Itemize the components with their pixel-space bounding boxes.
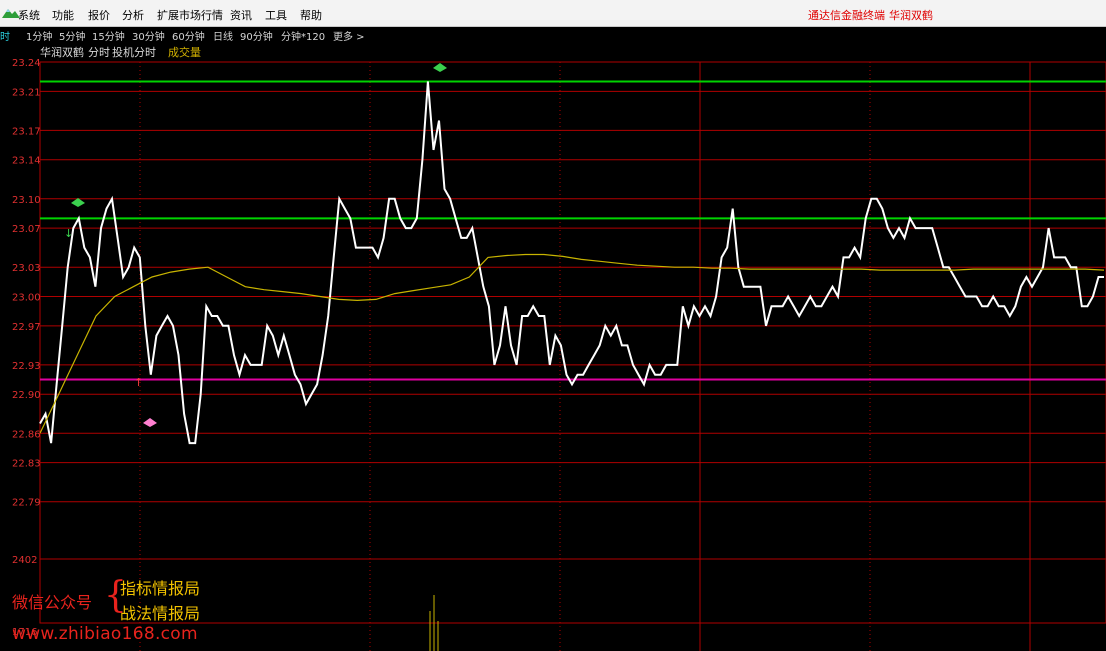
y-tick-label: 23.10 bbox=[12, 195, 41, 206]
y-tick-label: 23.17 bbox=[12, 126, 41, 137]
chart-volume-label: 成交量 bbox=[168, 45, 201, 59]
y-tick-label: 22.86 bbox=[12, 429, 41, 440]
buy-signal-icon bbox=[433, 63, 447, 72]
sell-signal-icon bbox=[143, 418, 157, 427]
period-bar: 时 1分钟 5分钟 15分钟 30分钟 60分钟 日线 90分钟 分钟*120 … bbox=[0, 27, 1106, 43]
chart-stock-label: 华润双鹤 bbox=[40, 45, 84, 59]
y-tick-label: 23.24 bbox=[12, 58, 41, 69]
horizontal-lines bbox=[40, 80, 1106, 381]
arrow-up-icon: ↓ bbox=[64, 227, 73, 240]
menu-help[interactable]: 帮助 bbox=[300, 7, 322, 23]
period-tab-time[interactable]: 时 bbox=[0, 28, 10, 43]
y-axis: 23.24 23.21 23.17 23.14 23.10 23.07 23.03 23.00… bbox=[12, 58, 41, 638]
menu-extended-market[interactable]: 扩展市场行情 bbox=[157, 7, 223, 23]
y-tick-label: 23.03 bbox=[12, 263, 41, 274]
y-tick-label: 23.21 bbox=[12, 87, 41, 98]
watermark-line2: 战法情报局 bbox=[120, 604, 201, 623]
series-lines bbox=[39, 81, 1105, 445]
period-tab-30min[interactable]: 30分钟 bbox=[132, 28, 165, 43]
menu-function[interactable]: 功能 bbox=[52, 7, 74, 23]
period-tab-more[interactable]: 更多 > bbox=[333, 28, 365, 43]
signal-markers: ↓↑ bbox=[64, 63, 447, 427]
watermark-wechat-label: 微信公众号 bbox=[12, 593, 93, 612]
watermark: 微信公众号 { 指标情报局 战法情报局 www.zhibiao168.com bbox=[12, 575, 252, 651]
series-line-price bbox=[39, 81, 1104, 445]
y-tick-label: 23.00 bbox=[12, 293, 41, 304]
menu-news[interactable]: 资讯 bbox=[230, 7, 252, 23]
watermark-url: www.zhibiao168.com bbox=[12, 624, 198, 644]
period-tab-60min[interactable]: 60分钟 bbox=[172, 28, 205, 43]
period-tab-1min[interactable]: 1分钟 bbox=[26, 28, 52, 43]
volume-tick-label: 2402 bbox=[12, 555, 37, 566]
period-tab-5min[interactable]: 5分钟 bbox=[59, 28, 85, 43]
period-tab-daily[interactable]: 日线 bbox=[213, 28, 233, 43]
stock-name-title: 华润双鹤 bbox=[889, 9, 933, 22]
menu-system[interactable]: 系统 bbox=[18, 7, 40, 23]
y-tick-label: 22.93 bbox=[12, 361, 41, 372]
y-tick-label: 23.07 bbox=[12, 224, 41, 235]
y-tick-label: 23.14 bbox=[12, 156, 41, 167]
y-tick-label: 22.90 bbox=[12, 390, 41, 401]
y-tick-label: 22.83 bbox=[12, 459, 41, 470]
watermark-line1: 指标情报局 bbox=[120, 579, 201, 598]
chart-speculative-label: 投机分时 bbox=[112, 45, 156, 59]
y-tick-label: 22.79 bbox=[12, 498, 41, 509]
menu-tools[interactable]: 工具 bbox=[265, 7, 287, 23]
period-tab-15min[interactable]: 15分钟 bbox=[92, 28, 125, 43]
grid-lines bbox=[39, 61, 1106, 651]
period-tab-90min[interactable]: 90分钟 bbox=[240, 28, 273, 43]
menu-quote[interactable]: 报价 bbox=[88, 7, 110, 23]
buy-signal-icon bbox=[71, 198, 85, 207]
terminal-name: 通达信金融终端 bbox=[808, 9, 885, 22]
plot-frame bbox=[39, 61, 1106, 624]
arrow-down-icon: ↑ bbox=[134, 376, 143, 389]
period-tab-120[interactable]: 分钟*120 bbox=[281, 28, 325, 43]
menu-bar: 系统 功能 报价 分析 扩展市场行情 资讯 工具 帮助 通达信金融终端 华润双鹤 bbox=[0, 0, 1106, 27]
intraday-chart: 23.24 23.21 23.17 23.14 23.10 23.07 23.03 23.00… bbox=[12, 45, 1106, 651]
menu-analysis[interactable]: 分析 bbox=[122, 7, 144, 23]
y-tick-label: 22.97 bbox=[12, 322, 41, 333]
chart-intraday-label: 分时 bbox=[88, 46, 110, 59]
